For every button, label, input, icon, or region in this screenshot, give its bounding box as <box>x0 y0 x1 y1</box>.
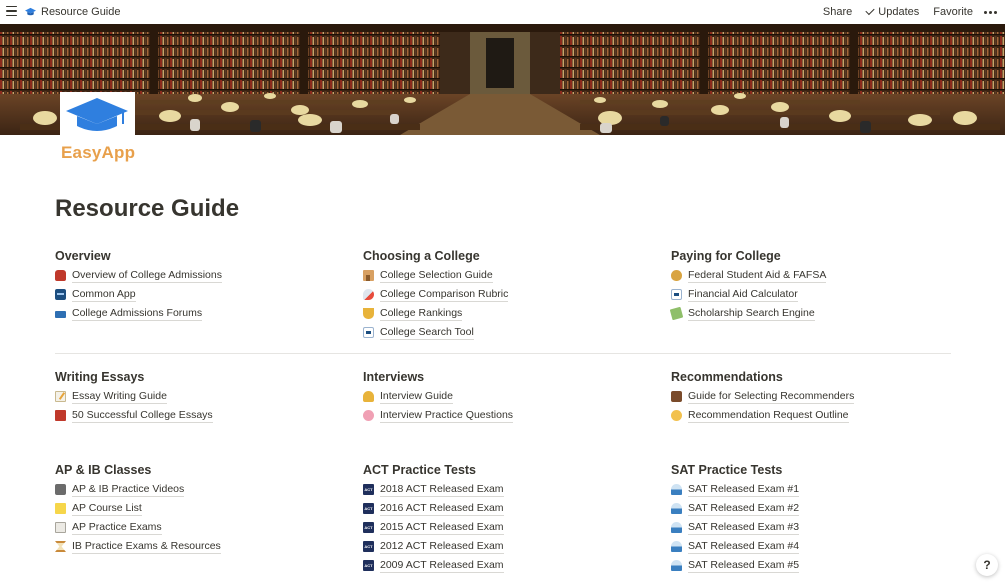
updates-button[interactable]: Updates <box>859 3 926 21</box>
graduation-cap-icon <box>25 7 36 15</box>
link-common-app[interactable]: Common App <box>55 285 222 304</box>
act-icon <box>363 560 374 571</box>
section-sat-practice-tests: SAT Practice Tests SAT Released Exam #1 … <box>671 461 800 575</box>
check-icon <box>865 5 875 16</box>
money-bag-icon <box>671 270 682 281</box>
section-title: ACT Practice Tests <box>363 463 477 477</box>
link-sat-exam-2[interactable]: SAT Released Exam #2 <box>671 499 800 518</box>
link-financial-aid-calculator[interactable]: Financial Aid Calculator <box>671 285 826 304</box>
graduation-cap-icon <box>66 98 128 131</box>
section-title: Recommendations <box>671 370 783 384</box>
person-icon <box>363 391 374 402</box>
top-bar: Resource Guide Share Updates Favorite <box>0 0 1005 24</box>
sat-icon <box>671 541 682 552</box>
school-icon <box>363 270 374 281</box>
notepad-icon <box>55 522 66 533</box>
updates-label: Updates <box>878 6 920 18</box>
link-2012-act-exam[interactable]: 2012 ACT Released Exam <box>363 537 504 556</box>
link-guide-for-selecting-recommenders[interactable]: Guide for Selecting Recommenders <box>671 387 855 406</box>
breadcrumb[interactable]: Resource Guide <box>25 4 121 20</box>
link-interview-guide[interactable]: Interview Guide <box>363 387 513 406</box>
favorite-button[interactable]: Favorite <box>926 3 980 21</box>
link-college-rankings[interactable]: College Rankings <box>363 304 508 323</box>
link-2015-act-exam[interactable]: 2015 ACT Released Exam <box>363 518 504 537</box>
link-2018-act-exam[interactable]: 2018 ACT Released Exam <box>363 480 504 499</box>
section-title: Paying for College <box>671 249 781 263</box>
link-college-comparison-rubric[interactable]: College Comparison Rubric <box>363 285 509 304</box>
act-icon <box>363 484 374 495</box>
section-overview: Overview Overview of College Admissions … <box>55 247 222 323</box>
link-recommendation-request-outline[interactable]: Recommendation Request Outline <box>671 406 854 425</box>
section-title: Interviews <box>363 370 425 384</box>
mobile-phone-icon <box>55 311 66 318</box>
sat-icon <box>671 503 682 514</box>
section-choosing-a-college: Choosing a College College Selection Gui… <box>363 247 509 342</box>
link-ib-practice-exams[interactable]: IB Practice Exams & Resources <box>55 537 221 556</box>
link-2016-act-exam[interactable]: 2016 ACT Released Exam <box>363 499 504 518</box>
section-title: SAT Practice Tests <box>671 463 783 477</box>
divider <box>55 353 951 354</box>
link-essay-writing-guide[interactable]: Essay Writing Guide <box>55 387 213 406</box>
help-button[interactable]: ? <box>976 554 998 576</box>
top-actions: Share Updates Favorite <box>816 3 999 21</box>
link-ap-course-list[interactable]: AP Course List <box>55 499 221 518</box>
hourglass-icon <box>55 541 66 552</box>
link-overview-of-college-admissions[interactable]: Overview of College Admissions <box>55 266 222 285</box>
page-title: Resource Guide <box>55 195 240 222</box>
act-icon <box>363 522 374 533</box>
section-title: Overview <box>55 249 111 263</box>
link-sat-exam-3[interactable]: SAT Released Exam #3 <box>671 518 800 537</box>
library-cover-illustration <box>0 24 1005 135</box>
link-college-selection-guide[interactable]: College Selection Guide <box>363 266 508 285</box>
link-ap-practice-exams[interactable]: AP Practice Exams <box>55 518 221 537</box>
handshake-icon <box>671 410 682 421</box>
closed-book-icon <box>55 410 66 421</box>
logo-text: EasyApp <box>61 143 136 162</box>
link-sat-exam-4[interactable]: SAT Released Exam #4 <box>671 537 800 556</box>
common-app-icon <box>55 289 66 300</box>
section-paying-for-college: Paying for College Federal Student Aid &… <box>669 247 827 323</box>
link-college-search-tool[interactable]: College Search Tool <box>363 323 508 342</box>
section-writing-essays: Writing Essays Essay Writing Guide 50 Su… <box>55 368 213 425</box>
share-button[interactable]: Share <box>816 3 859 21</box>
link-2009-act-exam[interactable]: 2009 ACT Released Exam <box>363 556 504 575</box>
section-title: AP & IB Classes <box>55 463 152 477</box>
link-ap-ib-practice-videos[interactable]: AP & IB Practice Videos <box>55 480 221 499</box>
link-interview-practice-questions[interactable]: Interview Practice Questions <box>363 406 514 425</box>
section-title: Writing Essays <box>55 370 145 384</box>
link-sat-exam-1[interactable]: SAT Released Exam #1 <box>671 480 800 499</box>
section-ap-ib-classes: AP & IB Classes AP & IB Practice Videos … <box>55 461 221 556</box>
link-50-successful-college-essays[interactable]: 50 Successful College Essays <box>55 406 213 425</box>
act-icon <box>363 503 374 514</box>
sat-icon <box>671 522 682 533</box>
page-icon[interactable] <box>60 92 135 150</box>
link-college-admissions-forums[interactable]: College Admissions Forums <box>55 304 222 323</box>
sat-icon <box>671 484 682 495</box>
rocket-icon <box>363 289 374 300</box>
more-options-icon[interactable] <box>980 3 999 21</box>
college-board-icon <box>363 327 374 338</box>
video-camera-icon <box>55 484 66 495</box>
section-interviews: Interviews Interview Guide Interview Pra… <box>363 368 514 425</box>
flying-money-icon <box>669 306 684 321</box>
menu-icon[interactable] <box>6 5 17 17</box>
trophy-icon <box>363 308 374 319</box>
college-board-icon <box>671 289 682 300</box>
section-act-practice-tests: ACT Practice Tests 2018 ACT Released Exa… <box>363 461 504 575</box>
memo-icon <box>55 391 66 402</box>
section-recommendations: Recommendations Guide for Selecting Reco… <box>671 368 855 425</box>
link-federal-student-aid[interactable]: Federal Student Aid & FAFSA <box>671 266 827 285</box>
section-title: Choosing a College <box>363 249 480 263</box>
link-scholarship-search-engine[interactable]: Scholarship Search Engine <box>669 304 826 323</box>
cover-image <box>0 24 1005 135</box>
link-sat-exam-5[interactable]: SAT Released Exam #5 <box>671 556 800 575</box>
sticky-note-icon <box>55 503 66 514</box>
sat-icon <box>671 560 682 571</box>
teacher-icon <box>671 391 682 402</box>
brain-icon <box>363 410 374 421</box>
act-icon <box>363 541 374 552</box>
backpack-icon <box>55 270 66 281</box>
breadcrumb-label: Resource Guide <box>41 6 121 18</box>
